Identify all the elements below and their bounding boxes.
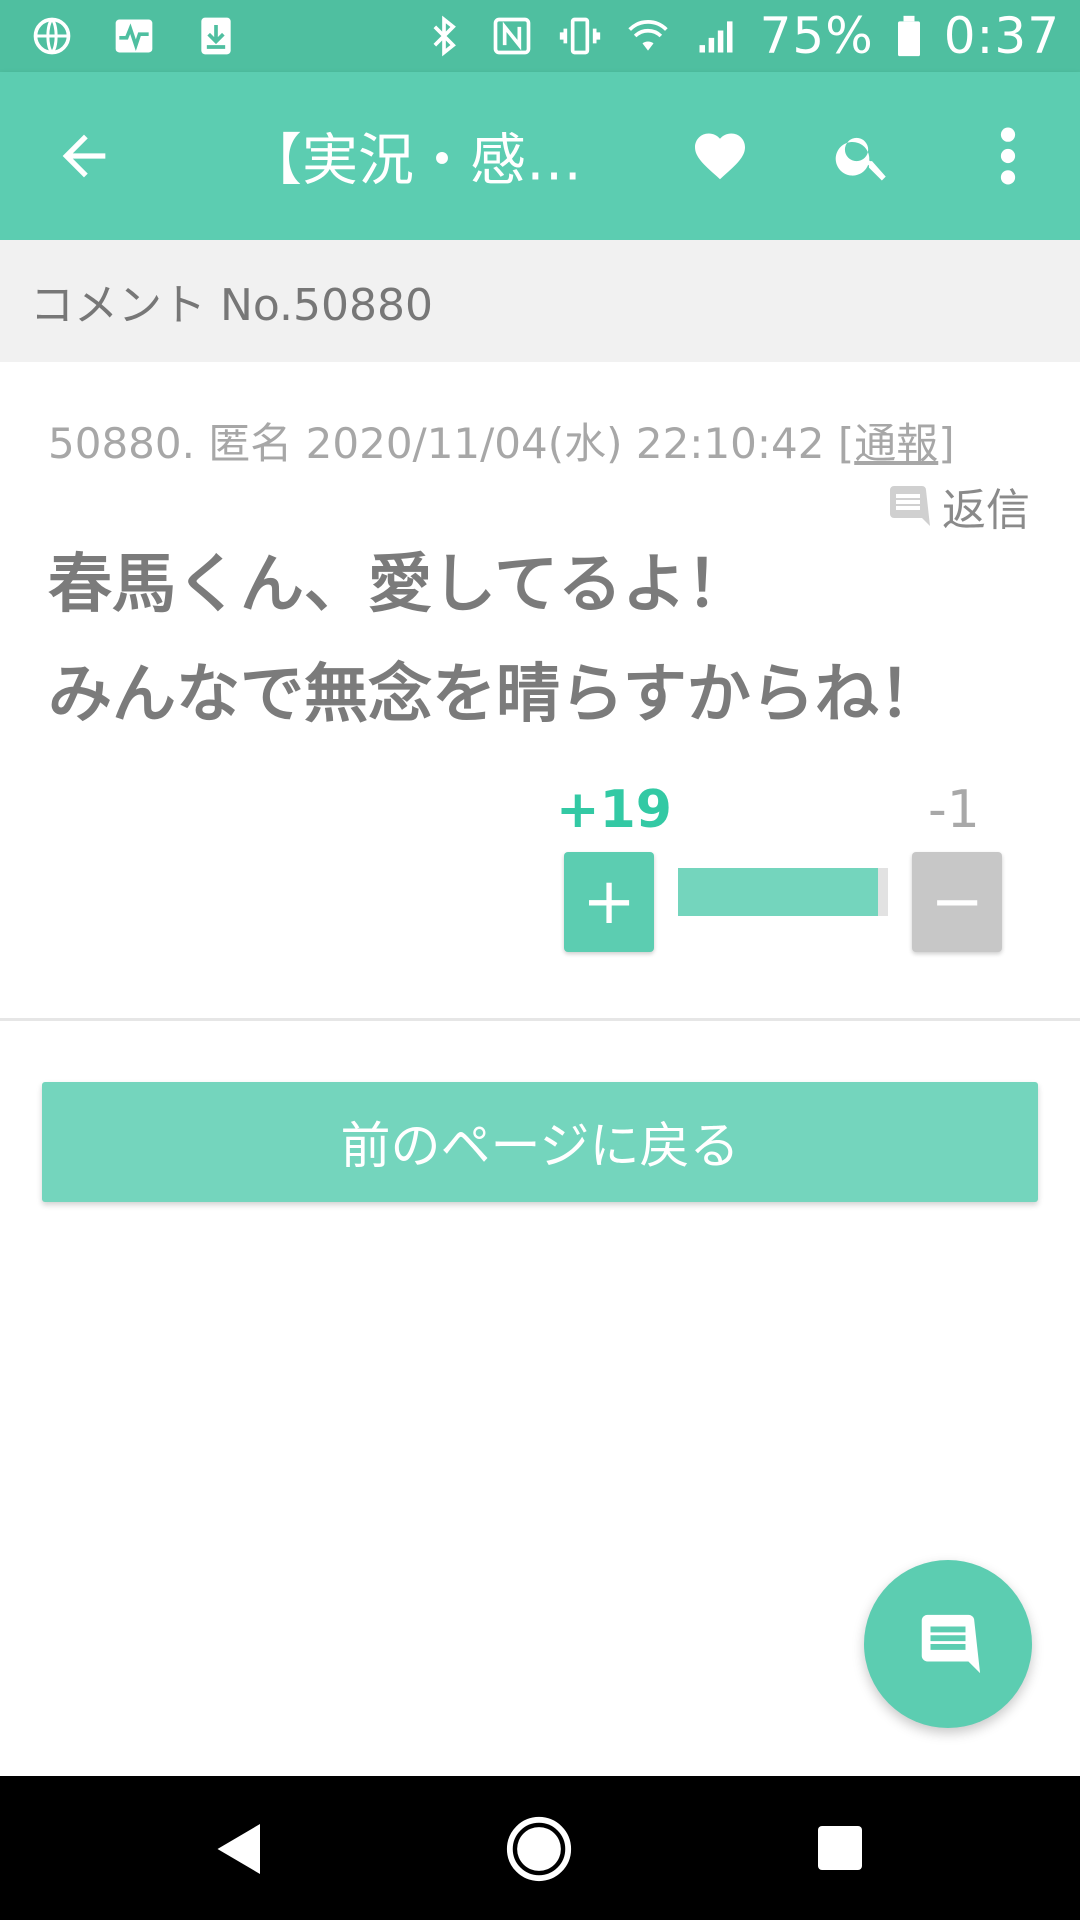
vote-ratio-bar xyxy=(678,868,888,916)
signal-icon xyxy=(692,12,740,60)
wifi-icon xyxy=(624,12,672,60)
comment-fab[interactable] xyxy=(864,1560,1032,1728)
more-vert-icon[interactable] xyxy=(990,124,1026,188)
navigation-bar xyxy=(0,1776,1080,1920)
globe-icon xyxy=(28,12,76,60)
download-icon xyxy=(192,12,240,60)
comment-icon xyxy=(921,1614,981,1674)
battery-percent: 75% xyxy=(759,7,874,65)
bluetooth-icon xyxy=(420,12,468,60)
nav-back-icon[interactable] xyxy=(210,1818,270,1880)
comment-icon xyxy=(890,486,930,526)
nav-home-icon[interactable] xyxy=(504,1814,574,1884)
back-to-previous-page-label: 前のページに戻る xyxy=(340,1117,740,1175)
activity-icon xyxy=(110,12,158,60)
plus-vote-button[interactable]: + xyxy=(564,852,654,952)
plus-vote-count: +19 xyxy=(556,780,672,840)
clock: 0:37 xyxy=(943,7,1060,65)
back-arrow-icon[interactable] xyxy=(52,124,116,188)
comment-meta-text: 50880. 匿名 2020/11/04(水) 22:10:42 [ xyxy=(48,419,855,468)
report-link[interactable]: 通報 xyxy=(854,419,938,468)
comment-meta-close: ] xyxy=(938,419,955,468)
comment-line-2: みんなで無念を晴らすからね！ xyxy=(48,658,943,732)
comment-meta: 50880. 匿名 2020/11/04(水) 22:10:42 [通報] xyxy=(48,410,1048,471)
page-title: 【実況・感想… xyxy=(246,128,636,194)
vibrate-icon xyxy=(556,12,604,60)
back-to-previous-page-button[interactable]: 前のページに戻る xyxy=(42,1082,1038,1202)
comment-number-header: コメント No.50880 xyxy=(0,240,1080,362)
search-icon[interactable] xyxy=(832,125,894,187)
status-left-icons xyxy=(28,12,240,60)
minus-vote-count: -1 xyxy=(928,780,980,840)
reply-label: 返信 xyxy=(942,485,1030,536)
nav-recent-apps-icon[interactable] xyxy=(816,1824,864,1872)
minus-icon: − xyxy=(930,865,984,939)
divider xyxy=(0,1018,1080,1021)
comment-line-1: 春馬くん、愛してるよ！ xyxy=(48,548,751,622)
battery-icon xyxy=(894,12,924,60)
status-right-icons: 75% 0:37 xyxy=(420,7,1060,65)
comment-number-text: コメント No.50880 xyxy=(30,280,434,331)
reply-button[interactable]: 返信 xyxy=(884,474,1030,538)
heart-icon[interactable] xyxy=(690,126,750,186)
plus-icon: + xyxy=(582,865,636,939)
vote-ratio-fill xyxy=(678,868,878,916)
status-bar: 75% 0:37 xyxy=(0,0,1080,72)
comment-body: 春馬くん、愛してるよ！ みんなで無念を晴らすからね！ xyxy=(48,530,1038,750)
nfc-icon xyxy=(488,12,536,60)
minus-vote-button[interactable]: − xyxy=(912,852,1002,952)
app-bar: 【実況・感想… xyxy=(0,72,1080,240)
